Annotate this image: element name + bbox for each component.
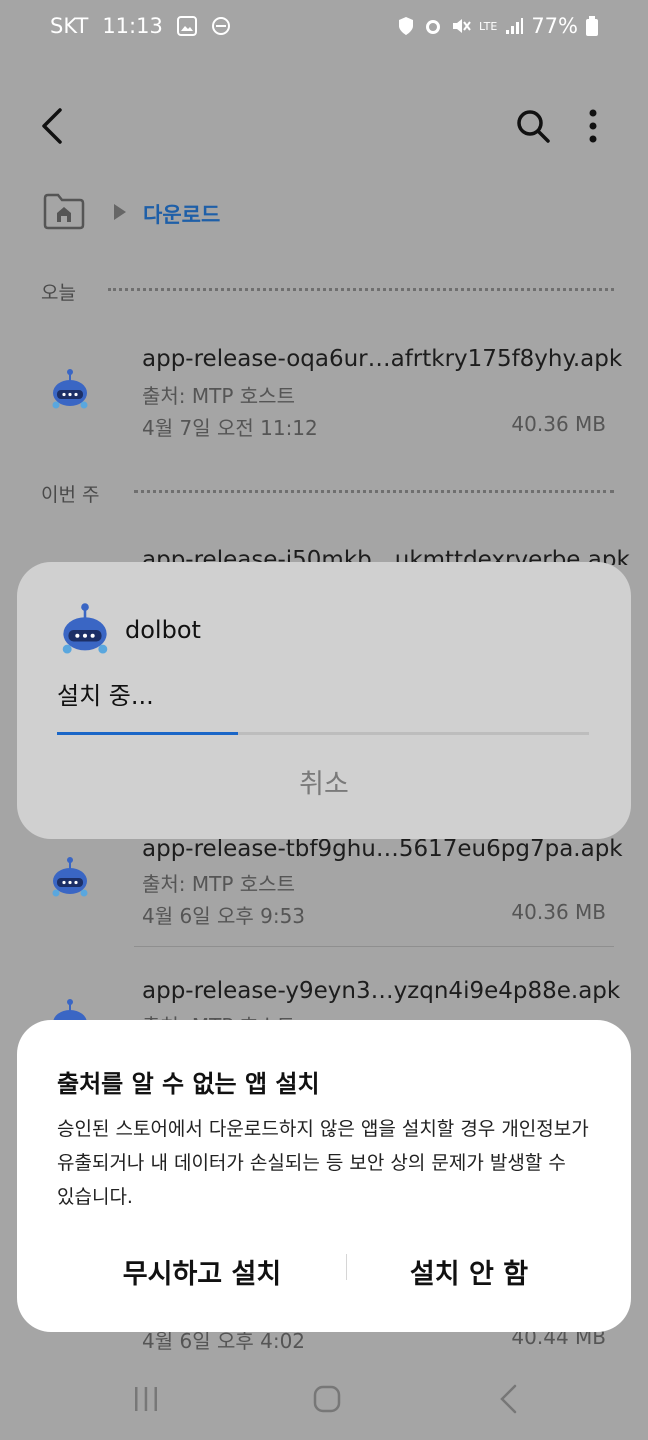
search-icon[interactable] <box>515 108 551 144</box>
alarm-icon <box>426 20 441 34</box>
install-anyway-button[interactable]: 무시하고 설치 <box>57 1252 347 1291</box>
app-name: dolbot <box>125 616 201 644</box>
section-header-today: 오늘 <box>41 282 76 304</box>
image-icon <box>176 16 197 36</box>
mute-icon <box>453 19 471 33</box>
file-name: app-release-oqa6ur…afrtkry175f8yhy.apk <box>142 346 623 372</box>
breadcrumb-current-folder[interactable]: 다운로드 <box>143 199 220 229</box>
home-icon[interactable] <box>312 1384 342 1414</box>
battery-icon <box>586 16 598 36</box>
list-item[interactable]: app-release-oqa6ur…afrtkry175f8yhy.apk 출… <box>0 340 648 440</box>
unknown-source-dialog: 출처를 알 수 없는 앱 설치 승인된 스토어에서 다운로드하지 않은 앱을 설… <box>17 1020 631 1332</box>
back-icon[interactable] <box>40 108 66 144</box>
file-name: app-release-tbf9ghu…5617eu6pg7pa.apk <box>142 836 623 862</box>
dolbot-app-icon <box>52 857 88 897</box>
breadcrumb: 다운로드 <box>0 186 648 238</box>
section-divider <box>134 490 614 493</box>
home-folder-icon[interactable] <box>42 192 86 230</box>
status-right: LTE 77% <box>397 14 598 38</box>
network-type: LTE <box>479 19 498 33</box>
dont-install-button[interactable]: 설치 안 함 <box>347 1252 591 1291</box>
toolbar <box>0 90 648 160</box>
file-source: 출처: MTP 호스트 <box>142 384 295 408</box>
dialog-title: 출처를 알 수 없는 앱 설치 <box>57 1070 320 1098</box>
status-left: SKT 11:13 <box>50 14 231 38</box>
dialog-message: 승인된 스토어에서 다운로드하지 않은 앱을 설치할 경우 개인정보가 유출되거… <box>57 1118 589 1208</box>
list-divider <box>134 946 614 947</box>
cancel-button[interactable]: 취소 <box>274 762 374 801</box>
file-size: 40.36 MB <box>511 412 606 436</box>
chevron-right-icon <box>114 204 126 220</box>
install-status: 설치 중... <box>57 682 154 710</box>
file-source: 출처: MTP 호스트 <box>142 872 295 896</box>
vpn-icon <box>399 17 414 35</box>
file-size: 40.36 MB <box>511 900 606 924</box>
file-name: app-release-y9eyn3…yzqn4i9e4p88e.apk <box>142 978 621 1004</box>
clock: 11:13 <box>102 14 163 38</box>
more-options-icon[interactable] <box>586 108 600 144</box>
recent-apps-icon[interactable] <box>132 1385 160 1413</box>
section-divider <box>108 288 614 291</box>
file-date: 4월 6일 오후 9:53 <box>142 904 306 928</box>
section-header-this-week: 이번 주 <box>41 484 100 506</box>
status-bar: SKT 11:13 LTE 77% <box>0 0 648 56</box>
battery-percent: 77% <box>531 14 578 38</box>
dolbot-app-icon <box>62 603 108 654</box>
list-item[interactable]: app-release-tbf9ghu…5617eu6pg7pa.apk 출처:… <box>0 828 648 938</box>
back-nav-icon[interactable] <box>498 1384 520 1414</box>
install-progress-dialog: dolbot 설치 중... 취소 <box>17 562 631 839</box>
navigation-bar <box>0 1370 648 1440</box>
carrier-label: SKT <box>50 14 89 38</box>
file-date: 4월 7일 오전 11:12 <box>142 416 318 440</box>
progress-bar <box>57 732 589 735</box>
progress-fill <box>57 732 238 735</box>
do-not-disturb-icon <box>211 17 230 35</box>
dolbot-app-icon <box>52 369 88 409</box>
signal-icon <box>506 18 524 34</box>
